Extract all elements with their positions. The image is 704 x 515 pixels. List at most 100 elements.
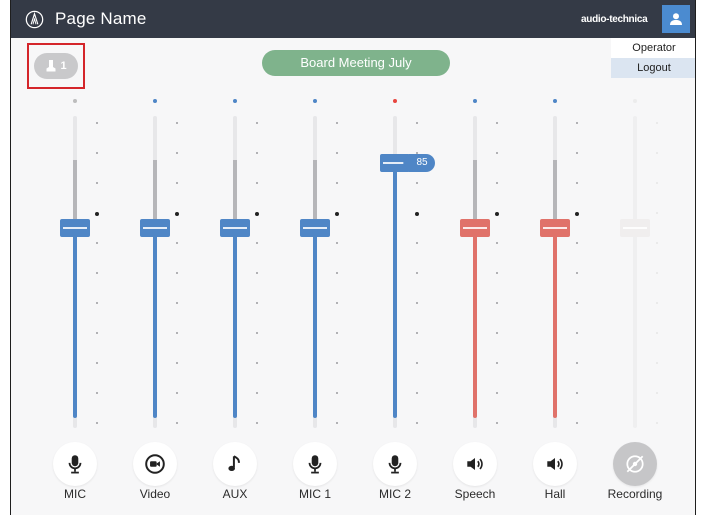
fader-level-badge[interactable]: 85 xyxy=(403,153,435,172)
fader-fill xyxy=(473,228,477,418)
channel-strip: AUX xyxy=(195,96,275,506)
channel-label: MIC xyxy=(64,487,86,501)
audio-technica-logo-icon xyxy=(25,10,44,29)
active-mic-count: 1 xyxy=(60,60,67,72)
scale-tick xyxy=(176,242,178,244)
scale-tick xyxy=(256,302,258,304)
scale-tick xyxy=(336,332,338,334)
scale-tick xyxy=(176,362,178,364)
scale-tick xyxy=(416,422,418,424)
scale-tick xyxy=(256,272,258,274)
preset-button[interactable]: Board Meeting July xyxy=(262,50,450,76)
microphone-icon xyxy=(46,60,56,72)
scale-tick xyxy=(576,242,578,244)
scale-tick xyxy=(416,362,418,364)
page-title: Page Name xyxy=(55,9,147,28)
scale-tick xyxy=(96,422,98,424)
scale-tick xyxy=(96,182,98,184)
scale-tick xyxy=(496,332,498,334)
fader-fill xyxy=(73,228,77,418)
channel-button[interactable] xyxy=(613,442,657,486)
fader-handle[interactable] xyxy=(540,219,570,238)
scale-tick xyxy=(335,212,339,216)
fader-handle[interactable] xyxy=(460,219,490,238)
channel-signal-indicator xyxy=(73,99,77,103)
channel-label: Recording xyxy=(607,487,663,501)
scale-tick xyxy=(255,212,259,216)
channel-label: MIC 1 xyxy=(298,487,331,501)
scale-tick xyxy=(96,152,98,154)
channel-button[interactable] xyxy=(293,442,337,486)
scale-tick xyxy=(96,362,98,364)
scale-tick xyxy=(576,182,578,184)
active-mic-badge[interactable]: 1 xyxy=(34,53,78,79)
scale-tick xyxy=(256,242,258,244)
fader-fill xyxy=(313,228,317,418)
fader-track[interactable] xyxy=(633,116,637,428)
scale-tick xyxy=(496,302,498,304)
user-icon xyxy=(670,13,682,25)
scale-tick xyxy=(416,392,418,394)
scale-tick xyxy=(176,272,178,274)
scale-tick xyxy=(96,302,98,304)
scale-tick xyxy=(576,122,578,124)
fader-handle[interactable] xyxy=(300,219,330,238)
video-camera-icon xyxy=(144,453,166,475)
fader-handle[interactable] xyxy=(220,219,250,238)
scale-tick xyxy=(256,362,258,364)
microphone-icon xyxy=(64,453,86,475)
channel-label: Speech xyxy=(454,487,496,501)
scale-tick xyxy=(576,422,578,424)
fader-handle[interactable] xyxy=(140,219,170,238)
channel-signal-indicator xyxy=(633,99,637,103)
channel-signal-indicator xyxy=(153,99,157,103)
scale-tick xyxy=(415,212,419,216)
scale-tick xyxy=(256,182,258,184)
scale-tick xyxy=(495,212,499,216)
scale-tick xyxy=(656,392,658,394)
channel-label: AUX xyxy=(222,487,248,501)
scale-tick xyxy=(656,242,658,244)
scale-tick xyxy=(416,272,418,274)
channel-strip: Hall xyxy=(515,96,595,506)
scale-tick xyxy=(336,152,338,154)
user-menu-button[interactable] xyxy=(662,5,690,33)
fader-fill xyxy=(393,162,397,418)
channel-button[interactable] xyxy=(533,442,577,486)
channel-strip: Recording xyxy=(595,96,675,506)
scale-tick xyxy=(496,152,498,154)
scale-tick xyxy=(256,122,258,124)
channel-signal-indicator xyxy=(393,99,397,103)
scale-tick xyxy=(256,152,258,154)
fader-handle xyxy=(620,219,650,238)
scale-tick xyxy=(656,362,658,364)
scale-tick xyxy=(576,362,578,364)
scale-tick xyxy=(256,392,258,394)
scale-tick xyxy=(336,302,338,304)
channel-signal-indicator xyxy=(233,99,237,103)
fader-handle[interactable] xyxy=(60,219,90,238)
channel-button[interactable] xyxy=(213,442,257,486)
channel-button[interactable] xyxy=(453,442,497,486)
scale-tick xyxy=(576,392,578,394)
channel-signal-indicator xyxy=(313,99,317,103)
scale-tick xyxy=(416,242,418,244)
speaker-icon xyxy=(544,453,566,475)
channel-button[interactable] xyxy=(373,442,417,486)
fader-fill xyxy=(233,228,237,418)
channel-button[interactable] xyxy=(133,442,177,486)
channel-signal-indicator xyxy=(473,99,477,103)
scale-tick xyxy=(656,152,658,154)
microphone-icon xyxy=(304,453,326,475)
channel-strip: MIC 1 xyxy=(275,96,355,506)
logout-button[interactable]: Logout xyxy=(611,58,695,78)
scale-tick xyxy=(656,212,658,214)
scale-tick xyxy=(176,152,178,154)
scale-tick xyxy=(496,422,498,424)
scale-tick xyxy=(336,242,338,244)
channel-button[interactable] xyxy=(53,442,97,486)
scale-tick xyxy=(496,182,498,184)
scale-tick xyxy=(656,302,658,304)
active-mic-highlight: 1 xyxy=(27,43,85,89)
scale-tick xyxy=(575,212,579,216)
